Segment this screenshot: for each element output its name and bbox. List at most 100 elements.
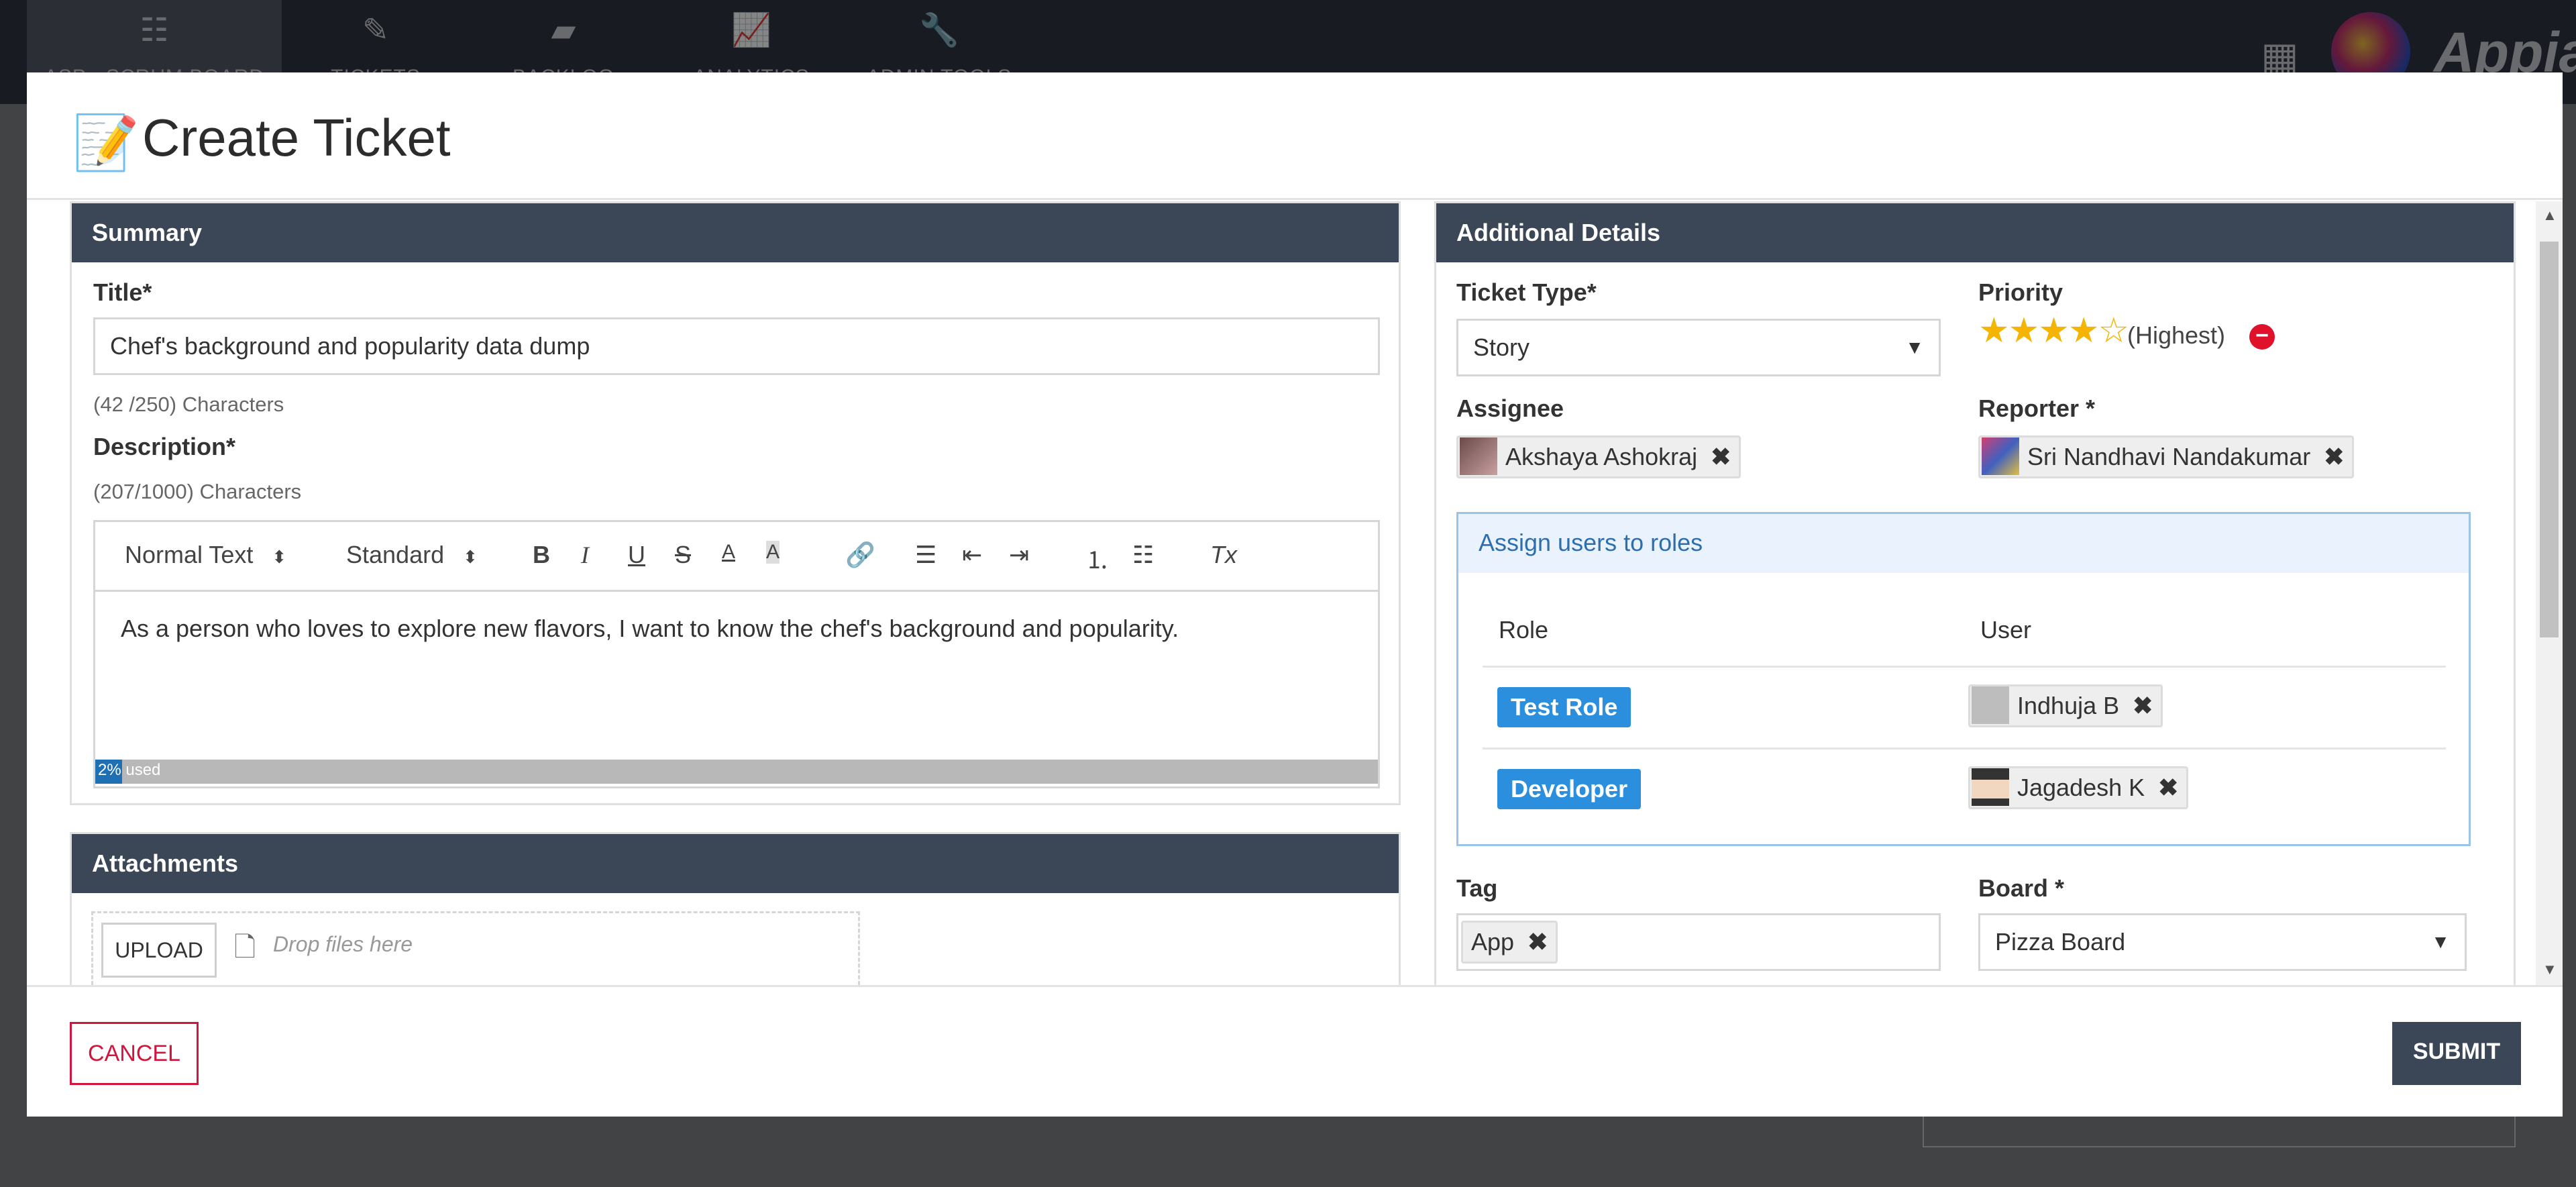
memo-icon: 📝 <box>72 113 140 172</box>
font-size-value: Standard <box>346 541 445 568</box>
role-user-name: Indhuja B <box>2017 692 2120 719</box>
usage-label: used <box>125 761 161 779</box>
remove-icon[interactable]: ✖ <box>1527 928 1548 956</box>
reporter-chip: Sri Nandhavi Nandakumar ✖ <box>1978 435 2355 478</box>
title-label: Title* <box>93 278 152 306</box>
board-select[interactable]: Pizza Board ▼ <box>1978 913 2467 971</box>
dialog-footer: CANCEL SUBMIT <box>27 985 2563 1117</box>
reporter-name: Sri Nandhavi Nandakumar <box>2027 443 2311 470</box>
divider <box>1483 666 2446 668</box>
default-avatar-icon <box>1972 686 2009 724</box>
bulleted-list-icon[interactable]: ☷ <box>1132 541 1154 569</box>
description-text[interactable]: As a person who loves to explore new fla… <box>121 615 1179 643</box>
cancel-button[interactable]: CANCEL <box>70 1022 199 1085</box>
caret-down-icon: ▼ <box>1905 337 1924 358</box>
tag-input[interactable]: App ✖ <box>1456 913 1941 971</box>
summary-panel: Summary Title* Chef's background and pop… <box>70 201 1401 805</box>
assign-roles-box: Assign users to roles Role User Test Rol… <box>1456 512 2471 846</box>
summary-header: Summary <box>72 203 1399 262</box>
additional-details-header: Additional Details <box>1436 203 2514 262</box>
board-value: Pizza Board <box>1995 928 2126 956</box>
font-size-select[interactable]: Standard ⬍ <box>346 541 478 569</box>
caret-down-icon: ▼ <box>2431 931 2450 952</box>
assignee-chip: Akshaya Ashokraj ✖ <box>1456 435 1741 478</box>
reporter-label: Reporter * <box>1978 395 2096 422</box>
highlight-icon[interactable]: A <box>766 541 780 564</box>
priority-text: (Highest) <box>2127 321 2226 349</box>
divider <box>1483 747 2446 750</box>
updown-icon: ⬍ <box>463 547 478 567</box>
star-filled-icon[interactable]: ★ <box>1978 311 2010 350</box>
star-empty-icon[interactable]: ☆ <box>2098 311 2130 350</box>
usage-percent-value: 2% <box>98 761 121 779</box>
text-style-select[interactable]: Normal Text ⬍ <box>125 541 286 569</box>
link-icon[interactable]: 🔗 <box>845 541 875 569</box>
indent-icon[interactable]: ⇥ <box>1009 541 1029 569</box>
star-filled-icon[interactable]: ★ <box>2038 311 2070 350</box>
tag-label: Tag <box>1456 874 1498 902</box>
bold-icon[interactable]: B <box>533 541 550 569</box>
create-ticket-dialog: 📝 Create Ticket Summary Title* Chef's ba… <box>27 72 2563 1117</box>
tag-value: App <box>1471 928 1515 956</box>
avatar <box>1982 437 2019 475</box>
scrollbar-thumb[interactable] <box>2540 242 2559 637</box>
strikethrough-icon[interactable]: S <box>675 541 691 569</box>
role-user-chip: Jagadesh K ✖ <box>1968 766 2189 809</box>
usage-percent: 2% used <box>98 761 160 780</box>
description-editor: Normal Text ⬍ Standard ⬍ B I U S A A 🔗 ☰ ⇤… <box>93 520 1380 788</box>
role-column-header: Role <box>1499 616 1549 643</box>
description-char-count: (207/1000) Characters <box>93 480 302 503</box>
avatar <box>1460 437 1497 475</box>
dialog-header: 📝 Create Ticket <box>27 72 2563 200</box>
scroll-down-icon[interactable]: ▼ <box>2542 961 2557 978</box>
submit-button[interactable]: SUBMIT <box>2392 1022 2521 1085</box>
assignee-label: Assignee <box>1456 395 1564 422</box>
align-left-icon[interactable]: ☰ <box>915 541 936 569</box>
upload-dropzone[interactable]: UPLOAD 🗋 Drop files here <box>91 911 860 985</box>
role-tag: Test Role <box>1497 687 1631 727</box>
remove-icon[interactable]: ✖ <box>2158 774 2178 801</box>
background-field <box>1923 1114 2516 1147</box>
additional-details-panel: Additional Details Ticket Type* Story ▼ … <box>1434 201 2516 985</box>
editor-toolbar: Normal Text ⬍ Standard ⬍ B I U S A A 🔗 ☰ ⇤… <box>95 522 1378 592</box>
star-filled-icon[interactable]: ★ <box>2008 311 2040 350</box>
outdent-icon[interactable]: ⇤ <box>962 541 982 569</box>
remove-icon[interactable]: ✖ <box>2133 692 2153 719</box>
avatar <box>1972 768 2009 806</box>
ticket-type-select[interactable]: Story ▼ <box>1456 319 1941 376</box>
upload-button[interactable]: UPLOAD <box>101 923 217 978</box>
file-drop-icon: 🗋 <box>234 933 256 962</box>
dialog-scrollbar[interactable]: ▲ ▼ <box>2536 201 2563 985</box>
assign-roles-header: Assign users to roles <box>1458 514 2469 573</box>
clear-priority-icon[interactable]: − <box>2249 324 2275 350</box>
ticket-type-value: Story <box>1473 333 1530 361</box>
dialog-title: Create Ticket <box>142 108 451 167</box>
remove-icon[interactable]: ✖ <box>1711 443 1731 470</box>
star-filled-icon[interactable]: ★ <box>2068 311 2100 350</box>
updown-icon: ⬍ <box>272 547 287 567</box>
underline-icon[interactable]: U <box>628 541 645 569</box>
usage-bar: 2% used <box>95 760 1378 784</box>
tag-chip: App ✖ <box>1461 921 1558 964</box>
scroll-up-icon[interactable]: ▲ <box>2542 207 2557 224</box>
title-char-count: (42 /250) Characters <box>93 393 284 416</box>
user-column-header: User <box>1980 616 2032 643</box>
board-label: Board * <box>1978 874 2065 902</box>
assignee-name: Akshaya Ashokraj <box>1505 443 1698 470</box>
attachments-header: Attachments <box>72 834 1399 893</box>
text-style-value: Normal Text <box>125 541 254 568</box>
italic-icon[interactable]: I <box>581 541 589 569</box>
description-label: Description* <box>93 433 236 460</box>
role-user-name: Jagadesh K <box>2017 774 2145 801</box>
ticket-type-label: Ticket Type* <box>1456 278 1597 306</box>
drop-files-text: Drop files here <box>273 932 413 956</box>
dialog-body: Summary Title* Chef's background and pop… <box>27 201 2563 985</box>
clear-format-icon[interactable]: Tx <box>1210 541 1237 569</box>
numbered-list-icon[interactable]: ⒈ <box>1085 541 1110 576</box>
role-tag: Developer <box>1497 769 1642 809</box>
priority-label: Priority <box>1978 278 2063 306</box>
text-color-icon[interactable]: A <box>722 541 735 564</box>
priority-rating[interactable]: ★★★★☆ <box>1978 311 2130 351</box>
title-input[interactable]: Chef's background and popularity data du… <box>93 317 1380 375</box>
remove-icon[interactable]: ✖ <box>2324 443 2344 470</box>
